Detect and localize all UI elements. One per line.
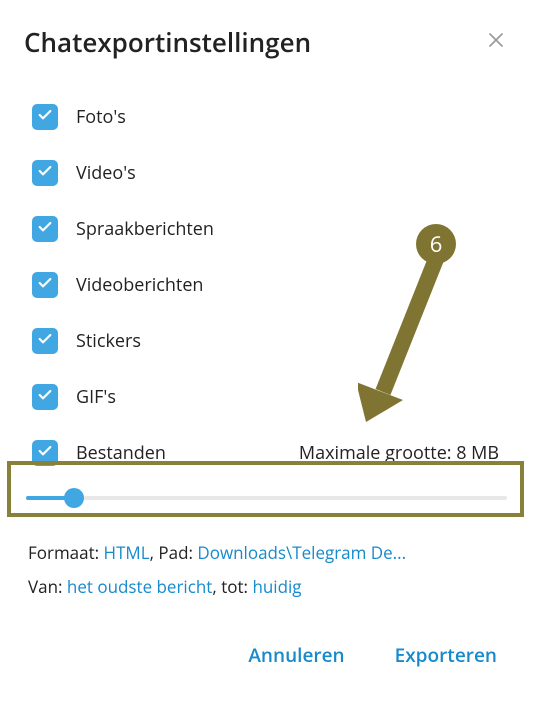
checkbox-stickers[interactable] xyxy=(32,328,58,354)
option-label: Spraakberichten xyxy=(76,217,214,241)
check-icon xyxy=(37,162,53,184)
option-voice-messages[interactable]: Spraakberichten xyxy=(32,216,509,242)
from-link[interactable]: het oudste bericht xyxy=(67,575,212,598)
export-settings-dialog: Chatexportinstellingen Foto's Video's xyxy=(0,0,533,696)
cancel-button[interactable]: Annuleren xyxy=(246,636,346,674)
checkbox-gifs[interactable] xyxy=(32,384,58,410)
dialog-title: Chatexportinstellingen xyxy=(24,24,311,60)
option-label: GIF's xyxy=(76,385,116,409)
path-link[interactable]: Downloads\Telegram De... xyxy=(197,541,406,564)
max-size-label: Maximale grootte: 8 MB xyxy=(299,441,509,465)
check-icon xyxy=(37,274,53,296)
checkbox-video-messages[interactable] xyxy=(32,272,58,298)
path-label: Pad xyxy=(158,541,188,564)
option-photos[interactable]: Foto's xyxy=(32,104,509,130)
option-gifs[interactable]: GIF's xyxy=(32,384,509,410)
format-label: Formaat xyxy=(28,541,95,564)
from-label: Van xyxy=(28,575,58,598)
checkbox-photos[interactable] xyxy=(32,104,58,130)
slider-track[interactable] xyxy=(26,496,507,500)
check-icon xyxy=(37,106,53,128)
option-files[interactable]: Bestanden Maximale grootte: 8 MB xyxy=(32,440,509,466)
info-line-range: Van: het oudste bericht, tot: huidig xyxy=(28,570,509,604)
check-icon xyxy=(37,442,53,464)
option-videos[interactable]: Video's xyxy=(32,160,509,186)
option-label: Bestanden xyxy=(76,441,166,465)
checkbox-voice-messages[interactable] xyxy=(32,216,58,242)
check-icon xyxy=(37,330,53,352)
option-label: Foto's xyxy=(76,105,126,129)
info-line-format-path: Formaat: HTML, Pad: Downloads\Telegram D… xyxy=(28,536,509,570)
export-options-list: Foto's Video's Spraakberichten Videoberi… xyxy=(24,104,509,466)
check-icon xyxy=(37,218,53,240)
export-info: Formaat: HTML, Pad: Downloads\Telegram D… xyxy=(24,536,509,604)
close-button[interactable] xyxy=(483,29,509,55)
size-slider[interactable] xyxy=(24,496,509,500)
option-label: Video's xyxy=(76,161,136,185)
check-icon xyxy=(37,386,53,408)
to-link[interactable]: huidig xyxy=(252,575,301,598)
slider-thumb[interactable] xyxy=(64,488,84,508)
option-stickers[interactable]: Stickers xyxy=(32,328,509,354)
checkbox-files[interactable] xyxy=(32,440,58,466)
option-label: Stickers xyxy=(76,329,141,353)
dialog-header: Chatexportinstellingen xyxy=(24,24,509,60)
to-label: tot xyxy=(221,575,243,598)
dialog-buttons: Annuleren Exporteren xyxy=(24,636,509,674)
checkbox-videos[interactable] xyxy=(32,160,58,186)
option-label: Videoberichten xyxy=(76,273,203,297)
format-link[interactable]: HTML xyxy=(104,541,150,564)
export-button[interactable]: Exporteren xyxy=(393,636,499,674)
option-video-messages[interactable]: Videoberichten xyxy=(32,272,509,298)
close-icon xyxy=(487,31,505,54)
files-row: Bestanden Maximale grootte: 8 MB xyxy=(76,441,509,465)
